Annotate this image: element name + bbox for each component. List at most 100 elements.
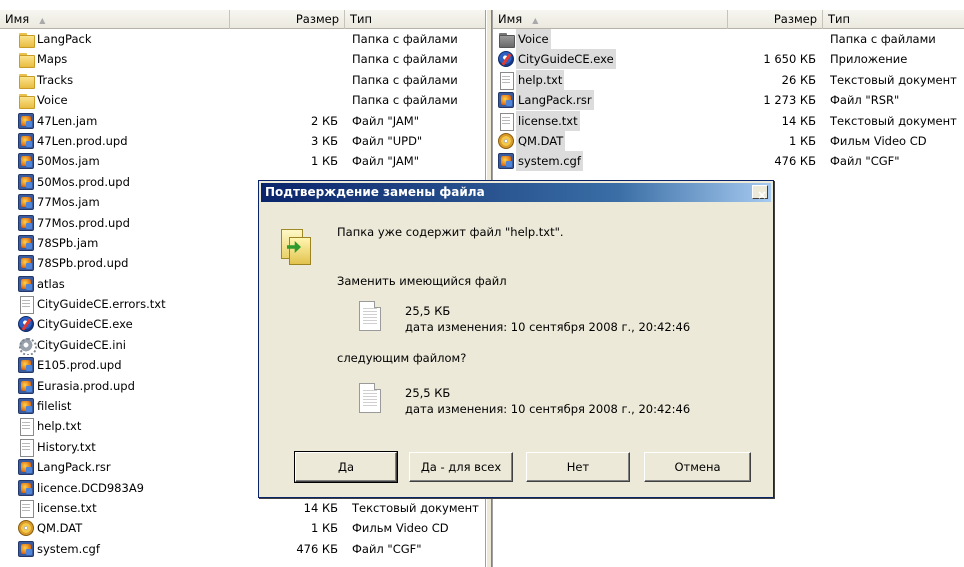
text-file-icon xyxy=(18,499,34,518)
list-item[interactable]: LangPack Папка с файлами xyxy=(0,29,485,49)
list-item[interactable]: Maps Папка с файлами xyxy=(0,49,485,69)
file-name: Voice xyxy=(516,29,551,49)
file-name: Maps xyxy=(37,52,68,67)
file-name: filelist xyxy=(37,399,72,414)
file-name: Voice xyxy=(37,93,68,108)
file-name-cell: History.txt xyxy=(18,437,230,457)
app-file-icon xyxy=(498,153,514,170)
file-name-cell: CityGuideCE.ini xyxy=(18,335,230,355)
file-name-cell: 78SPb.prod.upd xyxy=(18,253,230,273)
list-item[interactable]: system.cgf 476 КБ Файл "CGF" xyxy=(0,539,485,559)
file-size: 1 КБ xyxy=(310,154,338,169)
list-item[interactable]: Tracks Папка с файлами xyxy=(0,70,485,90)
app-file-icon xyxy=(18,214,34,231)
file-name-cell: CityGuideCE.errors.txt xyxy=(18,294,230,315)
file-name: license.txt xyxy=(516,110,580,131)
folder-icon xyxy=(498,31,515,48)
file-name-cell: help.txt xyxy=(18,416,230,437)
app-file-icon xyxy=(18,173,34,190)
list-item[interactable]: Voice Папка с файлами xyxy=(493,29,964,49)
text-file-icon xyxy=(18,438,34,457)
existing-file-date: дата изменения: 10 сентября 2008 г., 20:… xyxy=(405,320,691,334)
file-size: 1 КБ xyxy=(788,133,816,148)
list-item[interactable]: LangPack.rsr 1 273 КБ Файл "RSR" xyxy=(493,90,964,111)
list-item[interactable]: 50Mos.jam 1 КБ Файл "JAM" xyxy=(0,151,485,171)
file-type: Папка с файлами xyxy=(352,72,458,87)
with-file-label: следующим файлом? xyxy=(337,351,467,365)
file-size: 1 КБ xyxy=(310,521,338,536)
file-name-cell: LangPack.rsr xyxy=(498,90,723,111)
list-item[interactable]: license.txt 14 КБ Текстовый документ xyxy=(493,110,964,131)
list-item[interactable]: license.txt 14 КБ Текстовый документ xyxy=(0,498,485,518)
text-file-icon xyxy=(18,296,34,315)
file-type: Текстовый документ xyxy=(830,113,957,128)
file-size: 14 КБ xyxy=(781,113,816,128)
right-col-size[interactable]: Размер xyxy=(728,10,823,29)
file-name-cell: system.cgf xyxy=(18,539,230,559)
file-name-cell: 78SPb.jam xyxy=(18,233,230,253)
list-item[interactable]: 47Len.prod.upd 3 КБ Файл "UPD" xyxy=(0,131,485,151)
close-button[interactable]: × xyxy=(752,185,768,202)
file-name-cell: system.cgf xyxy=(498,151,723,172)
file-name: Tracks xyxy=(37,72,74,87)
file-name-cell: Eurasia.prod.upd xyxy=(18,376,230,396)
text-file-icon xyxy=(498,112,514,131)
file-name: CityGuideCE.errors.txt xyxy=(37,297,166,312)
left-col-type[interactable]: Тип xyxy=(345,10,485,29)
list-item[interactable]: CityGuideCE.exe 1 650 КБ Приложение xyxy=(493,49,964,70)
list-item[interactable]: QM.DAT 1 КБ Фильм Video CD xyxy=(0,518,485,538)
list-item[interactable]: 47Len.jam 2 КБ Файл "JAM" xyxy=(0,111,485,131)
list-item[interactable]: system.cgf 476 КБ Файл "CGF" xyxy=(493,151,964,172)
file-type: Файл "CGF" xyxy=(830,154,900,169)
cancel-button[interactable]: Отмена xyxy=(644,452,751,482)
file-name: Eurasia.prod.upd xyxy=(37,378,135,393)
replace-files-icon xyxy=(281,225,311,265)
file-name-cell: 50Mos.prod.upd xyxy=(18,172,230,192)
app-file-icon xyxy=(18,234,34,251)
file-name: 77Mos.prod.upd xyxy=(37,215,130,230)
list-item[interactable]: help.txt 26 КБ Текстовый документ xyxy=(493,69,964,90)
file-type: Файл "JAM" xyxy=(352,113,419,128)
app-file-icon xyxy=(18,540,34,557)
sort-arrow-icon: ▲ xyxy=(532,16,539,25)
left-col-size[interactable]: Размер xyxy=(230,10,345,29)
app-file-icon xyxy=(18,132,34,149)
app-file-icon xyxy=(18,153,34,170)
file-type: Фильм Video CD xyxy=(830,133,927,148)
file-name: CityGuideCE.ini xyxy=(37,337,126,352)
text-file-icon xyxy=(18,418,34,437)
list-item[interactable]: Voice Папка с файлами xyxy=(0,90,485,110)
file-name: 77Mos.jam xyxy=(37,195,100,210)
file-size xyxy=(230,49,338,69)
app-file-icon xyxy=(18,255,34,272)
yes-to-all-button[interactable]: Да - для всех xyxy=(409,452,513,482)
app-file-icon xyxy=(18,479,34,496)
file-name-cell: QM.DAT xyxy=(18,518,230,538)
file-type: Приложение xyxy=(830,52,908,67)
existing-file-size: 25,5 КБ xyxy=(405,304,451,318)
file-name: LangPack.rsr xyxy=(37,460,111,475)
app-file-icon xyxy=(18,357,34,374)
list-item[interactable]: QM.DAT 1 КБ Фильм Video CD xyxy=(493,130,964,151)
folder-icon xyxy=(18,31,35,48)
dialog-title-bar[interactable]: Подтверждение замены файла × xyxy=(261,183,771,202)
file-size: 14 КБ xyxy=(303,500,338,515)
file-type: Файл "RSR" xyxy=(830,93,900,108)
no-button[interactable]: Нет xyxy=(526,452,630,482)
new-file-size: 25,5 КБ xyxy=(405,386,451,400)
exe-icon xyxy=(498,51,514,68)
file-name-cell: 47Len.jam xyxy=(18,111,230,131)
file-name-cell: Voice xyxy=(498,29,723,49)
right-col-name[interactable]: Имя ▲ xyxy=(493,10,728,29)
new-file-date: дата изменения: 10 сентября 2008 г., 20:… xyxy=(405,402,691,416)
file-name-cell: QM.DAT xyxy=(498,130,723,151)
yes-button[interactable]: Да xyxy=(294,451,398,483)
cd-icon xyxy=(498,132,514,149)
left-col-name[interactable]: Имя ▲ xyxy=(0,10,230,29)
right-col-type[interactable]: Тип xyxy=(823,10,964,29)
file-name: 47Len.prod.upd xyxy=(37,133,128,148)
dialog-message: Папка уже содержит файл "help.txt". xyxy=(337,225,564,239)
file-name-cell: license.txt xyxy=(498,110,723,131)
file-name: license.txt xyxy=(37,500,97,515)
file-name: LangPack xyxy=(37,32,92,46)
